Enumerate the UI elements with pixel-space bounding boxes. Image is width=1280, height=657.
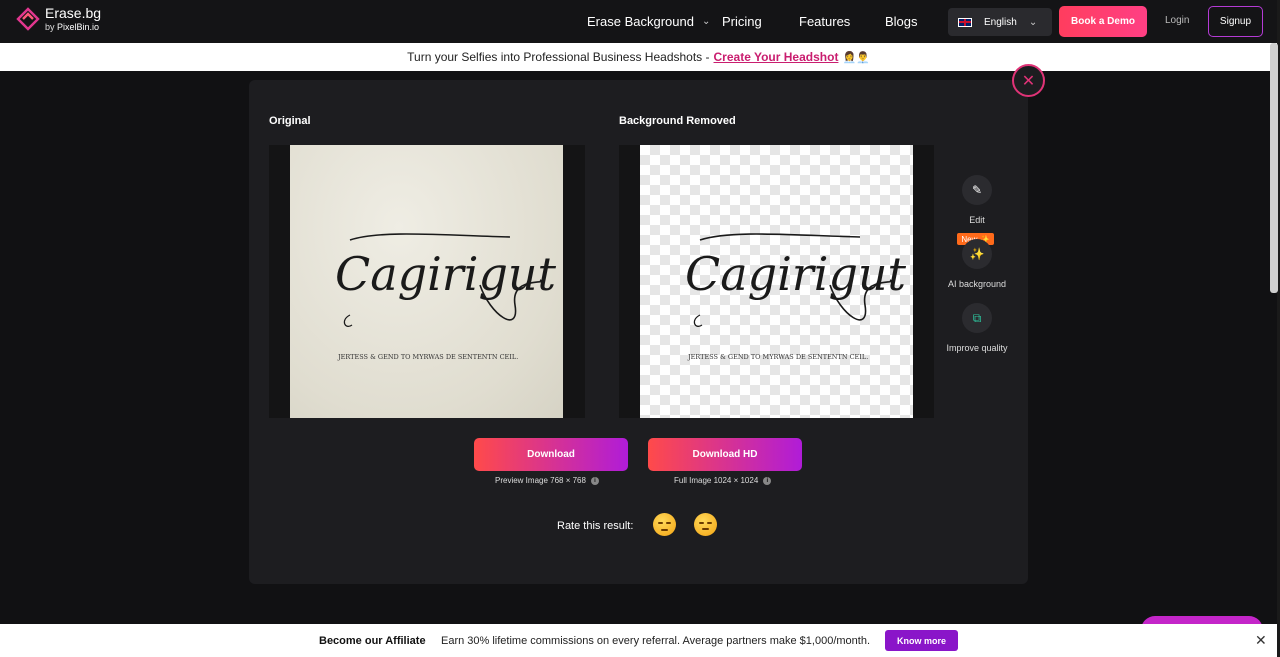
download-button[interactable]: Download <box>474 438 628 471</box>
calligraphy-text: Cagirigut <box>685 247 907 301</box>
book-demo-button[interactable]: Book a Demo <box>1059 6 1147 37</box>
know-more-button[interactable]: Know more <box>885 630 958 651</box>
preview-size-text: Preview Image 768 × 768 <box>495 476 586 485</box>
original-label: Original <box>269 115 311 127</box>
info-icon[interactable]: i <box>763 476 772 485</box>
neutral-face-icon[interactable] <box>694 513 717 536</box>
language-label: English <box>984 16 1017 28</box>
close-icon[interactable]: ✕ <box>1255 632 1267 649</box>
image-subtext: JERTESS & GEND TO MYRWAS DE SENTENTN CEI… <box>337 353 518 361</box>
nav-features[interactable]: Features <box>799 14 850 29</box>
affiliate-bar: Become our Affiliate Earn 30% lifetime c… <box>0 624 1277 657</box>
ai-background-label: AI background <box>947 279 1007 289</box>
affiliate-text: Earn 30% lifetime commissions on every r… <box>441 634 870 647</box>
nav-erase-background[interactable]: Erase Background ⌄ <box>587 14 710 29</box>
close-button[interactable]: ✕ <box>1012 64 1045 97</box>
page: Erase.bg by PixelBin.io Erase Background… <box>0 0 1280 657</box>
download-info: Preview Image 768 × 768 i <box>495 476 599 485</box>
promo-banner: Turn your Selfies into Professional Busi… <box>0 43 1277 71</box>
logo-title: Erase.bg <box>45 5 102 21</box>
promo-text: Turn your Selfies into Professional Busi… <box>407 50 710 64</box>
edit-label: Edit <box>969 215 985 225</box>
background-removed-image: Cagirigut JERTESS & GEND TO MYRWAS DE SE… <box>640 145 913 418</box>
nav-erase-background-label: Erase Background <box>587 14 694 29</box>
removed-label: Background Removed <box>619 115 736 127</box>
ai-background-tool[interactable]: ✨ AI background <box>937 239 1017 289</box>
nav-blogs[interactable]: Blogs <box>885 14 918 29</box>
language-select[interactable]: English ⌄ <box>948 8 1052 36</box>
pencil-icon: ✎ <box>962 175 992 205</box>
chevron-down-icon: ⌄ <box>701 16 711 27</box>
signup-button[interactable]: Signup <box>1208 6 1263 37</box>
close-icon: ✕ <box>1021 72 1036 90</box>
chevron-down-icon: ⌄ <box>1028 16 1038 28</box>
full-size-text: Full Image 1024 × 1024 <box>674 476 759 485</box>
affiliate-title: Become our Affiliate <box>319 634 426 647</box>
logo-subtitle: by PixelBin.io <box>45 22 100 32</box>
logo-icon <box>16 7 40 31</box>
download-hd-button[interactable]: Download HD <box>648 438 802 471</box>
uk-flag-icon <box>958 17 972 27</box>
logo[interactable]: Erase.bg by PixelBin.io <box>16 6 101 32</box>
rate-label: Rate this result: <box>557 520 634 532</box>
sad-face-icon[interactable] <box>653 513 676 536</box>
top-nav: Erase.bg by PixelBin.io Erase Background… <box>0 0 1280 43</box>
edit-tool[interactable]: ✎ Edit <box>937 175 1017 225</box>
nav-pricing[interactable]: Pricing <box>722 14 762 29</box>
image-subtext: JERTESS & GEND TO MYRWAS DE SENTENTN CEI… <box>687 353 868 361</box>
improve-quality-tool[interactable]: ⧉ Improve quality <box>937 303 1017 353</box>
enhance-icon: ⧉ <box>962 303 992 333</box>
download-hd-info: Full Image 1024 × 1024 i <box>674 476 772 485</box>
promo-emoji: 👩‍💼👨‍💼 <box>842 51 870 64</box>
promo-link[interactable]: Create Your Headshot <box>714 50 839 64</box>
calligraphy-text: Cagirigut <box>335 247 557 301</box>
original-image: Cagirigut JERTESS & GEND TO MYRWAS DE SE… <box>290 145 563 418</box>
scrollbar-thumb[interactable] <box>1270 43 1278 293</box>
info-icon[interactable]: i <box>590 476 599 485</box>
magic-wand-icon: ✨ <box>962 239 992 269</box>
login-link[interactable]: Login <box>1165 15 1189 26</box>
improve-quality-label: Improve quality <box>946 343 1008 353</box>
